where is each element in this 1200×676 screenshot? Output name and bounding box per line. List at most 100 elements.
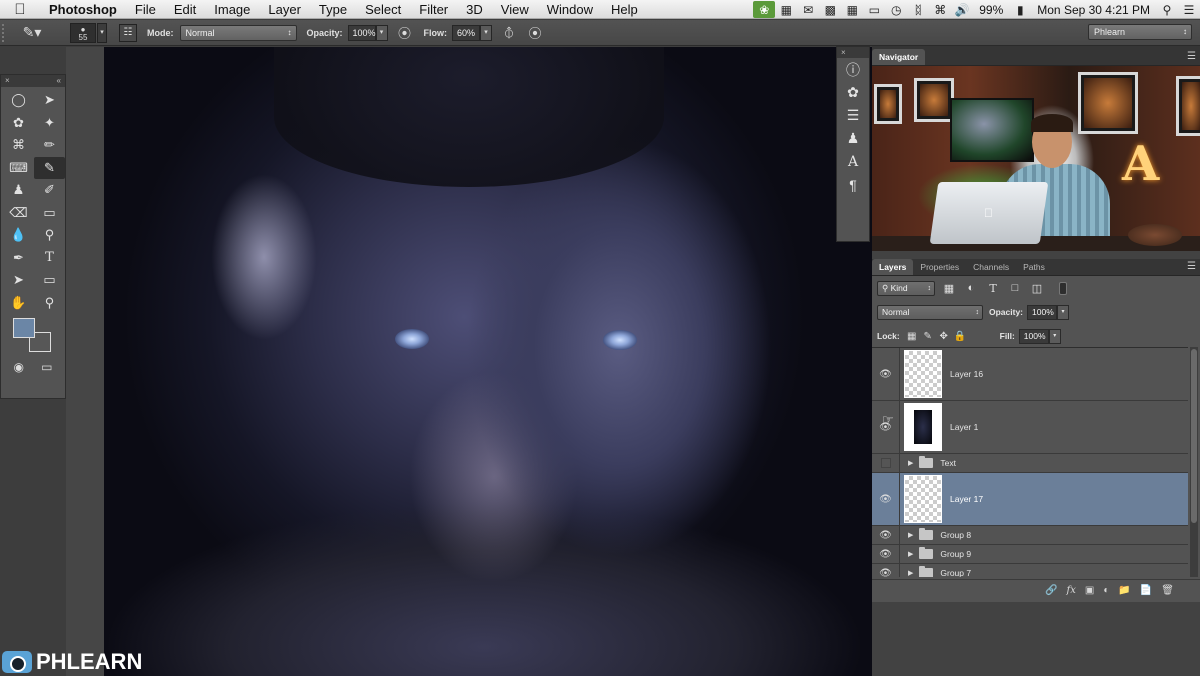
brush-tool-icon[interactable]: ✎ (34, 156, 65, 179)
foreground-color-swatch[interactable] (13, 318, 35, 338)
menu-window[interactable]: Window (538, 2, 602, 17)
brush-presets-icon[interactable]: ✿ (837, 81, 869, 104)
link-layers-icon[interactable]: 🔗 (1045, 585, 1057, 596)
flow-slider-arrow[interactable]: ▾ (480, 24, 493, 41)
battery-icon[interactable]: ▮ (1009, 0, 1031, 19)
mode-select[interactable]: Normal (179, 24, 297, 41)
group-row[interactable]: 👁 ▶ Group 7 (872, 564, 1188, 577)
wifi-icon[interactable]: ⌘ (929, 0, 951, 19)
flow-input[interactable]: 60% (452, 24, 481, 41)
eraser-tool-icon[interactable]: ⌫ (3, 202, 34, 225)
tab-properties[interactable]: Properties (913, 259, 966, 275)
expand-arrow-icon[interactable]: ▶ (908, 569, 913, 577)
pen-tool-icon[interactable]: ✒ (3, 247, 34, 270)
menu-edit[interactable]: Edit (165, 2, 205, 17)
paragraph-panel-icon[interactable]: ¶ (837, 173, 869, 196)
lock-image-icon[interactable]: ✎ (920, 331, 936, 342)
menu-3d[interactable]: 3D (457, 2, 492, 17)
menu-app-name[interactable]: Photoshop (40, 2, 126, 17)
visibility-eye-icon[interactable]: 👁 (872, 564, 900, 577)
healing-brush-tool-icon[interactable]: ⌨ (3, 157, 34, 180)
adjustment-layer-icon[interactable]: ◐ (1103, 585, 1109, 596)
move-tool-icon[interactable]: ➤ (34, 89, 65, 112)
options-bar-grip[interactable] (2, 23, 12, 42)
collapse-icon[interactable]: « (57, 75, 61, 87)
time-machine-icon[interactable]: ◷ (885, 0, 907, 19)
filter-pixel-icon[interactable]: ▦ (941, 280, 957, 296)
menu-filter[interactable]: Filter (410, 2, 457, 17)
lasso-tool-icon[interactable]: ✿ (3, 112, 34, 135)
layers-scrollbar[interactable] (1190, 347, 1198, 577)
apple-icon[interactable]:  (0, 1, 40, 18)
volume-icon[interactable]: 🔊 (951, 0, 973, 19)
clone-source-icon[interactable]: ♟ (837, 127, 869, 150)
airplay-icon[interactable]: ▭ (863, 0, 885, 19)
evernote-icon[interactable]: ❀ (753, 1, 776, 18)
adjustments-icon[interactable]: ☰ (837, 104, 869, 127)
visibility-eye-icon[interactable]: 👁 (872, 348, 900, 400)
add-mask-icon[interactable]: ▣ (1085, 585, 1094, 596)
fx-icon[interactable]: fx (1067, 585, 1076, 596)
close-icon[interactable]: × (5, 75, 10, 87)
fill-input[interactable]: 100% (1018, 328, 1049, 344)
layer-row-selected[interactable]: 👁 Layer 17 (872, 473, 1188, 526)
gradient-tool-icon[interactable]: ▭ (34, 202, 65, 225)
dropbox-icon[interactable]: ▩ (819, 0, 841, 19)
crop-tool-icon[interactable]: ⌘ (3, 134, 34, 157)
hand-tool-icon[interactable]: ✋ (3, 292, 34, 315)
expand-arrow-icon[interactable]: ▶ (908, 531, 913, 539)
document-image[interactable] (104, 47, 942, 676)
new-group-icon[interactable]: 📁 (1118, 585, 1130, 596)
visibility-eye-icon[interactable]: 👁 (872, 473, 900, 525)
spotlight-icon[interactable]: ⚲ (1156, 0, 1178, 19)
strip-header[interactable]: × (837, 47, 869, 58)
menu-view[interactable]: View (492, 2, 538, 17)
clone-stamp-tool-icon[interactable]: ♟ (3, 179, 34, 202)
menu-file[interactable]: File (126, 2, 165, 17)
filter-toggle[interactable] (1059, 281, 1067, 295)
filter-type-icon[interactable]: T (985, 280, 1001, 296)
tab-navigator[interactable]: Navigator (872, 49, 926, 65)
airbrush-icon[interactable]: ⦽ (500, 24, 518, 42)
layer-opacity-input[interactable]: 100% (1027, 304, 1058, 320)
layer-opacity-arrow[interactable]: ▾ (1057, 304, 1070, 320)
group-row[interactable]: 👁 ▶ Group 8 (872, 526, 1188, 545)
menu-select[interactable]: Select (356, 2, 410, 17)
tools-panel-header[interactable]: × « (1, 75, 65, 87)
menu-help[interactable]: Help (602, 2, 647, 17)
battery-percent[interactable]: 99% (973, 3, 1009, 17)
history-brush-tool-icon[interactable]: ✐ (34, 179, 65, 202)
shape-tool-icon[interactable]: ▭ (34, 269, 65, 292)
bluetooth-icon[interactable]: ᛥ (907, 0, 929, 19)
pressure-size-icon[interactable]: ⦿ (526, 24, 544, 42)
quick-mask-icon[interactable]: ◉ (14, 360, 24, 374)
brush-tool-preset-icon[interactable]: ✎▾ (12, 23, 52, 43)
eyedropper-tool-icon[interactable]: ✏ (34, 134, 65, 157)
dodge-tool-icon[interactable]: ⚲ (34, 224, 65, 247)
fill-arrow[interactable]: ▾ (1048, 328, 1061, 344)
type-tool-icon[interactable]: T (34, 247, 65, 270)
navigator-preview[interactable]: A  (872, 66, 1200, 251)
lock-position-icon[interactable]: ✥ (936, 331, 952, 342)
panel-menu-icon[interactable]: ☰ (1187, 259, 1200, 275)
zoom-tool-icon[interactable]: ⚲ (34, 292, 65, 315)
tab-paths[interactable]: Paths (1016, 259, 1052, 275)
tab-channels[interactable]: Channels (966, 259, 1016, 275)
lock-all-icon[interactable]: 🔒 (952, 331, 968, 342)
close-icon[interactable]: × (841, 48, 846, 57)
group-row[interactable]: ▶ Text (872, 454, 1188, 473)
group-row[interactable]: 👁 ▶ Group 9 (872, 545, 1188, 564)
expand-arrow-icon[interactable]: ▶ (908, 550, 913, 558)
menu-type[interactable]: Type (310, 2, 356, 17)
filter-adjustment-icon[interactable]: ◐ (963, 280, 979, 296)
lock-transparency-icon[interactable]: ▦ (904, 331, 920, 342)
new-layer-icon[interactable]: 📄 (1140, 585, 1152, 596)
blend-mode-select[interactable]: Normal (877, 304, 983, 320)
menu-image[interactable]: Image (205, 2, 259, 17)
filter-kind-select[interactable]: ⚲ Kind (877, 280, 935, 296)
layer-row[interactable]: 👁 Layer 16 (872, 348, 1188, 401)
workspace-select[interactable]: Phlearn (1088, 24, 1192, 40)
opacity-slider-arrow[interactable]: ▾ (375, 24, 388, 41)
brush-panel-toggle-icon[interactable]: ☷ (119, 23, 137, 42)
blur-tool-icon[interactable]: 💧 (3, 224, 34, 247)
